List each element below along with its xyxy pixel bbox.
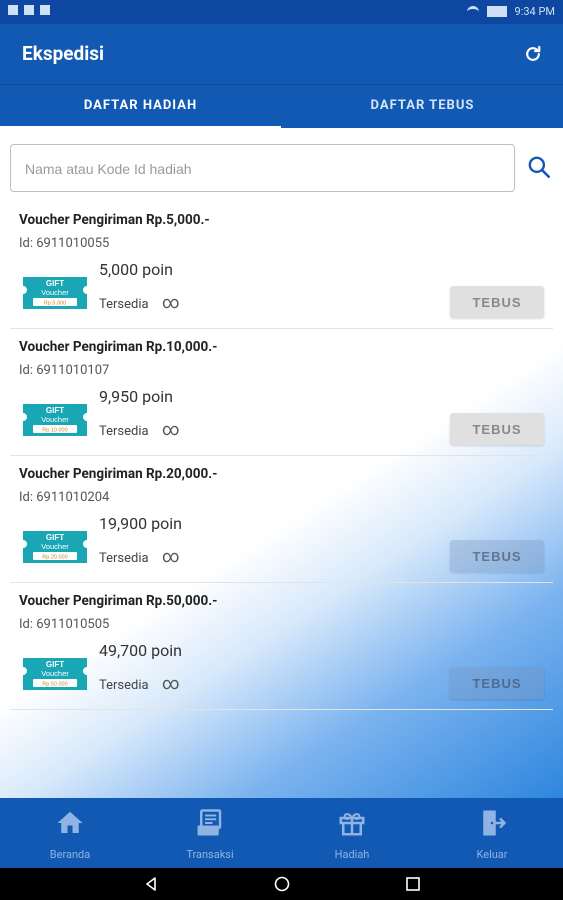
home-button-icon[interactable]: [274, 876, 290, 892]
nav-item-beranda[interactable]: Beranda: [0, 798, 140, 868]
reward-points: 9,950 poin: [99, 387, 173, 406]
status-bar: 9:34 PM: [0, 0, 563, 24]
list-item: Voucher Pengiriman Rp.10,000.- Id: 69110…: [10, 329, 553, 456]
redeem-button[interactable]: TEBUS: [450, 413, 544, 445]
tab-daftar-hadiah[interactable]: DAFTAR HADIAH: [0, 85, 281, 129]
availability-status: Tersedia: [99, 424, 149, 439]
svg-text:Rp.20.000: Rp.20.000: [42, 555, 67, 561]
reward-points: 5,000 poin: [99, 260, 173, 279]
battery-icon: [486, 6, 507, 17]
reward-id: Id: 6911010505: [19, 617, 110, 632]
reward-id: Id: 6911010107: [19, 363, 110, 378]
reward-id: Id: 6911010204: [19, 490, 110, 505]
tab-bar: DAFTAR HADIAH DAFTAR TEBUS: [0, 84, 563, 129]
nav-item-transaksi[interactable]: Transaksi: [140, 798, 280, 868]
system-navigation-bar: [0, 868, 563, 900]
list-item: Voucher Pengiriman Rp.5,000.- Id: 691101…: [10, 202, 553, 329]
gift-voucher-image: GIFT Voucher Rp.20.000: [23, 531, 87, 563]
availability-status: Tersedia: [99, 678, 149, 693]
nav-item-hadiah[interactable]: Hadiah: [282, 798, 422, 868]
svg-text:GIFT: GIFT: [46, 660, 64, 669]
reward-name: Voucher Pengiriman Rp.50,000.-: [19, 593, 218, 609]
list-item: Voucher Pengiriman Rp.50,000.- Id: 69110…: [10, 583, 553, 710]
gift-voucher-image: GIFT Voucher Rp.10.000: [23, 404, 87, 436]
tab-daftar-tebus[interactable]: DAFTAR TEBUS: [282, 85, 563, 129]
gift-voucher-image: GIFT Voucher Rp.5.000: [23, 277, 87, 309]
nav-label: Keluar: [476, 848, 508, 861]
nav-item-keluar[interactable]: Keluar: [422, 798, 562, 868]
svg-text:Rp.50.000: Rp.50.000: [42, 682, 67, 688]
back-icon[interactable]: [143, 876, 159, 892]
stock-infinity: ∞: [162, 420, 180, 440]
status-bar-notification-icons: [8, 5, 50, 15]
nav-label: Hadiah: [334, 848, 370, 861]
main-content: Voucher Pengiriman Rp.5,000.- Id: 691101…: [0, 128, 563, 798]
svg-text:Voucher: Voucher: [41, 542, 69, 551]
gift-voucher-image: GIFT Voucher Rp.50.000: [23, 658, 87, 690]
svg-text:Rp.10.000: Rp.10.000: [42, 428, 67, 434]
svg-text:Voucher: Voucher: [41, 288, 69, 297]
reward-points: 19,900 poin: [99, 514, 182, 533]
availability-status: Tersedia: [99, 551, 149, 566]
receipt-icon: [197, 809, 222, 836]
gift-icon: [339, 813, 365, 836]
nav-label: Transaksi: [186, 848, 234, 861]
app-bar: Ekspedisi: [0, 24, 563, 84]
home-icon: [57, 811, 83, 833]
search-icon[interactable]: [526, 154, 552, 180]
notification-icon: [24, 5, 34, 15]
recents-icon[interactable]: [405, 876, 421, 892]
reward-name: Voucher Pengiriman Rp.10,000.-: [19, 339, 218, 355]
redeem-button[interactable]: TEBUS: [450, 286, 544, 318]
search-input[interactable]: [23, 145, 497, 193]
svg-text:GIFT: GIFT: [46, 279, 64, 288]
redeem-button[interactable]: TEBUS: [450, 540, 544, 572]
reward-points: 49,700 poin: [99, 641, 182, 660]
stock-infinity: ∞: [162, 293, 180, 313]
svg-text:Rp.5.000: Rp.5.000: [44, 301, 66, 307]
availability-status: Tersedia: [99, 297, 149, 312]
list-item: Voucher Pengiriman Rp.20,000.- Id: 69110…: [10, 456, 553, 583]
exit-icon: [483, 810, 506, 836]
notification-icon: [40, 5, 50, 15]
bottom-navigation: Beranda Transaksi Hadiah Keluar: [0, 798, 563, 868]
stock-infinity: ∞: [162, 547, 180, 567]
redeem-button[interactable]: TEBUS: [450, 667, 544, 699]
reward-name: Voucher Pengiriman Rp.20,000.-: [19, 466, 218, 482]
reward-list: Voucher Pengiriman Rp.5,000.- Id: 691101…: [10, 202, 553, 710]
refresh-icon[interactable]: [523, 44, 543, 64]
status-time: 9:34 PM: [514, 5, 555, 18]
svg-text:Voucher: Voucher: [41, 669, 69, 678]
notification-icon: [8, 5, 18, 15]
app-title: Ekspedisi: [22, 42, 105, 65]
nav-label: Beranda: [49, 848, 91, 861]
wifi-icon: [466, 5, 479, 18]
reward-id: Id: 6911010055: [19, 236, 110, 251]
stock-infinity: ∞: [162, 674, 180, 694]
svg-text:GIFT: GIFT: [46, 406, 64, 415]
svg-text:GIFT: GIFT: [46, 533, 64, 542]
status-bar-system-icons: 9:34 PM: [466, 5, 555, 18]
reward-name: Voucher Pengiriman Rp.5,000.-: [19, 212, 210, 228]
search-field: [10, 144, 515, 193]
svg-text:Voucher: Voucher: [41, 415, 69, 424]
